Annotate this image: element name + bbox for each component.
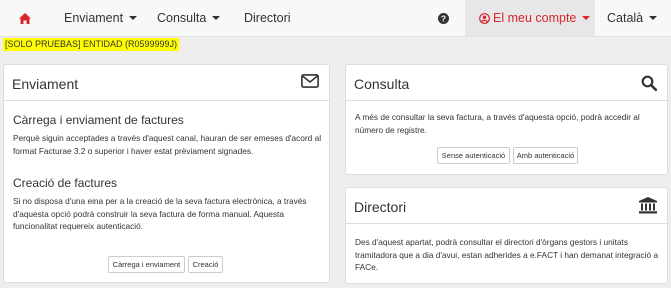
create-invoice-button[interactable]: Creació (188, 256, 223, 273)
envelope-icon (301, 74, 319, 88)
entity-banner: [SOLO PRUEBAS] ENTIDAD (R0599999J) (3, 38, 180, 51)
upload-section-title: Càrrega i enviament de factures (13, 113, 184, 127)
svg-text:?: ? (440, 13, 445, 23)
institution-icon (639, 197, 657, 214)
chevron-down-icon (212, 16, 221, 20)
home-link[interactable] (10, 0, 40, 36)
chevron-down-icon (129, 16, 138, 20)
upload-section-text: Perquè siguin acceptades a través d'aque… (13, 133, 322, 156)
consult-with-auth-button[interactable]: Amb autenticació (513, 147, 578, 164)
directori-panel: Directori Des d'aquest apartat, podrà co… (345, 187, 668, 284)
language-label: Català (607, 11, 644, 25)
directori-text: Des d'aquest apartat, podrà consultar el… (355, 237, 659, 272)
upload-invoice-button[interactable]: Càrrega i enviament (108, 256, 185, 273)
language-selector[interactable]: Català (607, 0, 658, 36)
search-icon (641, 75, 657, 91)
nav-enviament[interactable]: Enviament (64, 0, 138, 36)
directori-panel-title: Directori (354, 199, 407, 215)
chevron-down-icon (582, 16, 591, 20)
nav-my-account[interactable]: El meu compte (465, 0, 595, 36)
consulta-panel: Consulta A més de consultar la seva fact… (345, 64, 668, 175)
nav-enviament-label: Enviament (64, 11, 124, 25)
nav-consulta[interactable]: Consulta (157, 0, 221, 36)
directori-panel-heading: Directori (346, 188, 667, 224)
consulta-text: A més de consultar la seva factura, a tr… (355, 112, 640, 135)
nav-directori[interactable]: Directori (244, 0, 291, 36)
user-circle-icon (479, 12, 490, 24)
consult-without-auth-button[interactable]: Sense autenticació (437, 147, 510, 164)
enviament-panel-title: Enviament (12, 76, 79, 92)
home-icon (19, 12, 31, 24)
help-link[interactable]: ? (436, 0, 450, 36)
enviament-panel-heading: Enviament (4, 65, 329, 101)
chevron-down-icon (649, 16, 658, 20)
create-section-text: Si no disposa d'una eina per a la creaci… (13, 196, 307, 231)
top-navbar: Enviament Consulta Directori ? El meu co… (0, 0, 671, 37)
nav-consulta-label: Consulta (157, 11, 207, 25)
nav-my-account-label: El meu compte (493, 11, 577, 25)
nav-directori-label: Directori (244, 11, 291, 25)
question-circle-icon: ? (437, 12, 449, 24)
enviament-panel: Enviament Càrrega i enviament de facture… (3, 64, 330, 283)
create-section-title: Creació de factures (13, 176, 118, 190)
consulta-panel-title: Consulta (354, 76, 410, 92)
consulta-panel-heading: Consulta (346, 65, 667, 101)
